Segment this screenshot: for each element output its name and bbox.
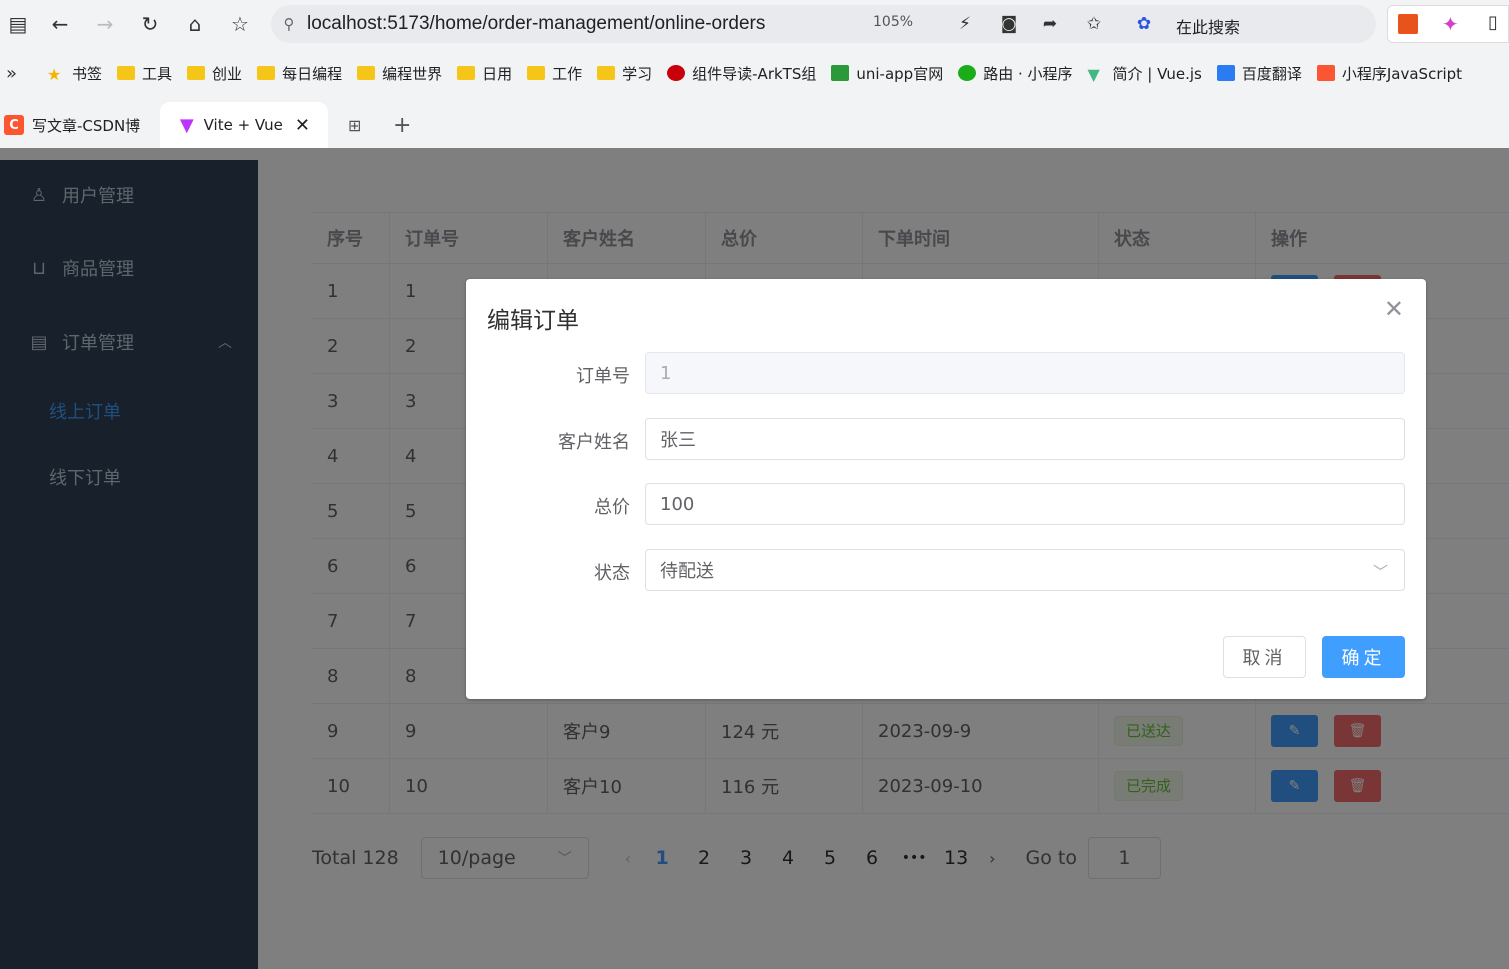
edit-order-dialog: 编辑订单 ✕ 订单号 1 客户姓名 张三 总价 100 状态 待配送 ﹀ 取消 … bbox=[466, 279, 1426, 699]
bookmark-item[interactable]: ▼ 简介 | Vue.js bbox=[1087, 63, 1202, 85]
share-icon[interactable]: ➦ bbox=[1037, 11, 1063, 37]
total-input[interactable]: 100 bbox=[645, 483, 1405, 525]
tab-vite-vue[interactable]: ▼ Vite + Vue ✕ bbox=[160, 102, 328, 148]
dialog-title: 编辑订单 bbox=[487, 308, 579, 334]
bookmark-folder[interactable]: 日用 bbox=[457, 63, 512, 84]
tab-actions-icon[interactable]: ⊞ bbox=[348, 102, 361, 148]
sidebar-toggle-icon[interactable]: ▤ bbox=[2, 8, 34, 40]
omnibox[interactable]: ⚲ localhost:5173/home/order-management/o… bbox=[271, 5, 1376, 43]
total-label: 总价 bbox=[594, 497, 630, 518]
huawei-icon bbox=[667, 65, 686, 81]
search-icon: ⚲ bbox=[283, 15, 295, 33]
url-text[interactable]: localhost:5173/home/order-management/onl… bbox=[307, 13, 765, 35]
confirm-button[interactable]: 确定 bbox=[1322, 636, 1405, 678]
tab-strip: C 写文章-CSDN博 ▼ Vite + Vue ✕ ⊞ + bbox=[0, 98, 1509, 148]
pdf-extension-icon[interactable] bbox=[1398, 14, 1418, 34]
bookmarks-more-icon[interactable]: » bbox=[6, 63, 17, 84]
bookmarks-bar: » ★ 书签 工具 创业 每日编程 编程世界 日用 工作 学习 组件导读-ArkT… bbox=[0, 52, 1509, 94]
cancel-button[interactable]: 取消 bbox=[1223, 636, 1306, 678]
bookmark-folder[interactable]: 学习 bbox=[597, 63, 652, 84]
chevron-down-icon: ﹀ bbox=[1372, 563, 1388, 581]
status-select[interactable]: 待配送 ﹀ bbox=[645, 549, 1405, 591]
close-icon[interactable]: ✕ bbox=[1384, 295, 1404, 323]
baidu-paw-icon[interactable]: ✿ bbox=[1131, 11, 1157, 37]
bookmark-item[interactable]: uni-app官网 bbox=[831, 63, 943, 84]
home-button[interactable]: ⌂ bbox=[179, 8, 211, 40]
bookmark-folder[interactable]: 工作 bbox=[527, 63, 582, 84]
extensions-area: ✦ ▯ bbox=[1387, 5, 1509, 43]
status-label: 状态 bbox=[594, 563, 630, 584]
bookmark-folder[interactable]: 工具 bbox=[117, 63, 172, 84]
address-bar-row: ▤ ← → ↻ ⌂ ☆ ⚲ localhost:5173/home/order-… bbox=[0, 0, 1509, 48]
translate-icon bbox=[1216, 65, 1235, 81]
bookmark-item[interactable]: 路由 · 小程序 bbox=[958, 63, 1073, 84]
bookmark-folder[interactable]: 编程世界 bbox=[357, 63, 442, 84]
folder-icon bbox=[527, 66, 546, 80]
folder-icon bbox=[457, 66, 476, 80]
ai-extension-icon[interactable]: ✦ bbox=[1442, 12, 1459, 36]
tab-csdn[interactable]: C 写文章-CSDN博 bbox=[4, 102, 154, 148]
folder-icon bbox=[597, 66, 616, 80]
folder-icon bbox=[257, 66, 276, 80]
phone-icon[interactable]: ▯ bbox=[1488, 12, 1498, 33]
folder-icon bbox=[357, 66, 376, 80]
lightning-icon[interactable]: ⚡ bbox=[952, 11, 978, 37]
csdn-icon: C bbox=[4, 115, 24, 135]
screenshot-icon[interactable]: ◙ bbox=[996, 11, 1022, 37]
form-row-customer: 客户姓名 张三 bbox=[466, 418, 1426, 460]
folder-icon bbox=[187, 66, 206, 80]
browser-chrome: ▤ ← → ↻ ⌂ ☆ ⚲ localhost:5173/home/order-… bbox=[0, 0, 1509, 148]
form-row-status: 状态 待配送 ﹀ bbox=[466, 549, 1426, 591]
wechat-icon bbox=[958, 65, 977, 81]
bookmark-star-icon[interactable]: ☆ bbox=[224, 8, 256, 40]
zoom-indicator[interactable]: 105% bbox=[873, 14, 913, 30]
vite-icon: ▼ bbox=[179, 114, 194, 136]
new-tab-icon[interactable]: + bbox=[393, 102, 411, 148]
favorites-icon[interactable]: ✩ bbox=[1081, 11, 1107, 37]
bookmark-item[interactable]: 百度翻译 bbox=[1216, 63, 1302, 84]
order-no-input: 1 bbox=[645, 352, 1405, 394]
order-no-label: 订单号 bbox=[576, 366, 630, 387]
customer-input[interactable]: 张三 bbox=[645, 418, 1405, 460]
folder-icon bbox=[117, 66, 136, 80]
vue-icon: ▼ bbox=[1087, 65, 1100, 84]
form-row-order-no: 订单号 1 bbox=[466, 352, 1426, 394]
bookmark-item[interactable]: ★ 书签 bbox=[47, 63, 102, 85]
forward-button[interactable]: → bbox=[89, 8, 121, 40]
form-row-total: 总价 100 bbox=[466, 483, 1426, 525]
bookmark-folder[interactable]: 每日编程 bbox=[257, 63, 342, 84]
reload-button[interactable]: ↻ bbox=[134, 8, 166, 40]
search-engine-label[interactable]: 在此搜索 bbox=[1176, 14, 1240, 38]
bookmark-folder[interactable]: 创业 bbox=[187, 63, 242, 84]
csdn-icon bbox=[1316, 65, 1335, 81]
close-tab-icon[interactable]: ✕ bbox=[295, 115, 310, 136]
uniapp-icon bbox=[831, 65, 850, 81]
customer-label: 客户姓名 bbox=[558, 432, 630, 453]
star-icon: ★ bbox=[47, 65, 62, 84]
back-button[interactable]: ← bbox=[44, 8, 76, 40]
bookmark-item[interactable]: 小程序JavaScript bbox=[1316, 63, 1462, 84]
bookmark-item[interactable]: 组件导读-ArkTS组 bbox=[667, 63, 816, 84]
